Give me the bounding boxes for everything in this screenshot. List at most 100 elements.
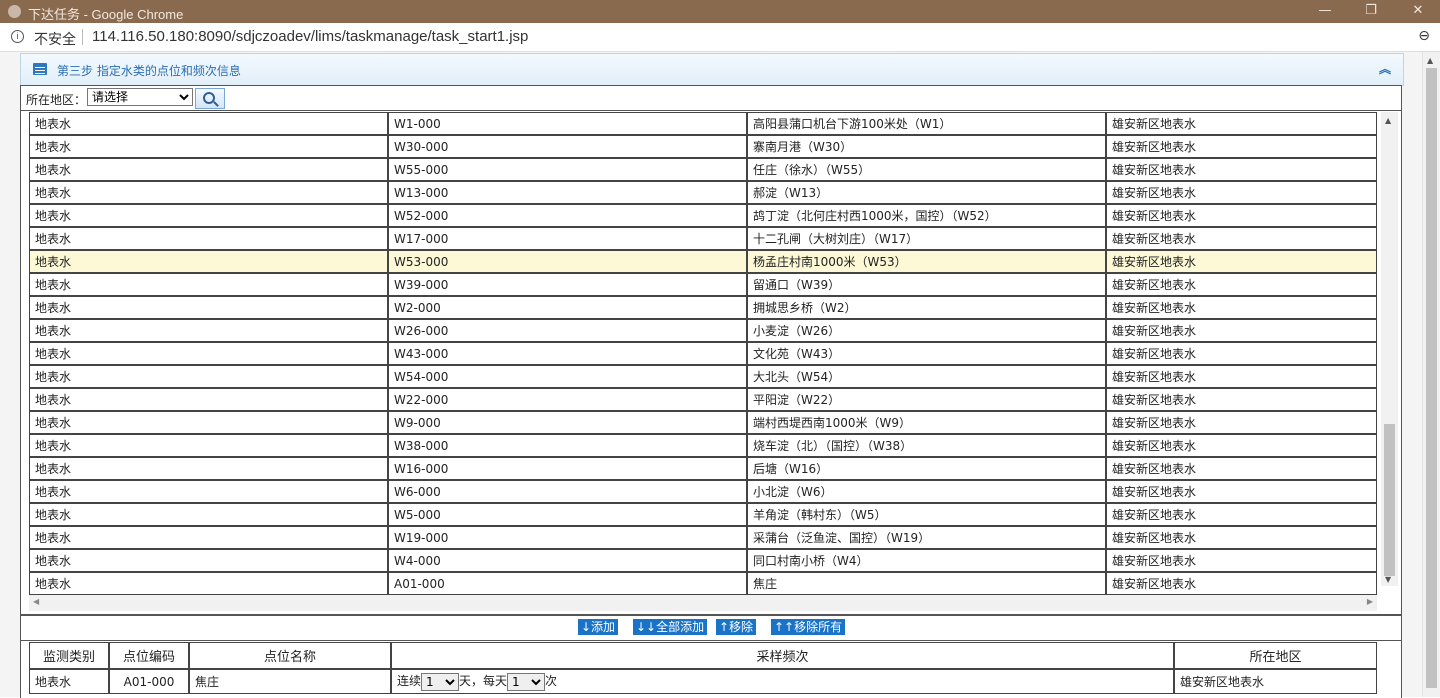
table-row[interactable]: 地表水 W19-000 采蒲台（泛鱼淀、国控）（W19） 雄安新区地表水 <box>29 526 1377 549</box>
close-button[interactable]: ✕ <box>1406 2 1430 20</box>
area-cell: 雄安新区地表水 <box>1106 227 1377 250</box>
scroll-down-icon[interactable]: ▼ <box>1385 575 1391 584</box>
table-row[interactable]: 地表水 A01-000 焦庄 雄安新区地表水 <box>29 572 1377 595</box>
available-points-panel: 地表水 W1-000 高阳县蒲口机台下游100米处（W1） 雄安新区地表水 地表水 W30… <box>20 110 1402 615</box>
calendar-icon <box>33 63 47 75</box>
page-scrollbar[interactable]: ▲ <box>1422 52 1440 697</box>
url-text[interactable]: 114.116.50.180:8090/sdjczoadev/lims/task… <box>92 28 528 45</box>
info-icon[interactable]: i <box>11 30 24 43</box>
table-scroll-thumb[interactable] <box>1384 424 1395 576</box>
monitor-type-cell: 地表水 <box>29 503 388 526</box>
area-cell: 雄安新区地表水 <box>1106 342 1377 365</box>
table-row[interactable]: 地表水 W26-000 小麦淀（W26） 雄安新区地表水 <box>29 319 1377 342</box>
area-cell: 雄安新区地表水 <box>1106 503 1377 526</box>
scroll-left-icon[interactable]: ◀ <box>33 597 39 606</box>
point-code-cell: W26-000 <box>388 319 747 342</box>
table-row[interactable]: 地表水 W17-000 十二孔闸（大树刘庄）（W17） 雄安新区地表水 <box>29 227 1377 250</box>
table-row[interactable]: 地表水 W38-000 烧车淀（北）（国控）（W38） 雄安新区地表水 <box>29 434 1377 457</box>
point-name-cell: 文化苑（W43） <box>747 342 1106 365</box>
selected-type-cell: 地表水 <box>29 669 109 694</box>
times-select[interactable]: 1 <box>507 672 546 691</box>
point-name-cell: 端村西堤西南1000米（W9） <box>747 411 1106 434</box>
monitor-type-cell: 地表水 <box>29 549 388 572</box>
remove-button[interactable]: ↑移除 <box>716 619 757 635</box>
scroll-up-icon[interactable]: ▲ <box>1385 116 1391 125</box>
collapse-icon[interactable]: ︽ <box>1379 60 1391 77</box>
table-row[interactable]: 地表水 W1-000 高阳县蒲口机台下游100米处（W1） 雄安新区地表水 <box>29 112 1377 135</box>
selected-name-cell: 焦庄 <box>189 669 391 694</box>
point-code-cell: W43-000 <box>388 342 747 365</box>
remove-all-button[interactable]: ↑↑移除所有 <box>771 619 846 635</box>
point-name-cell: 小麦淀（W26） <box>747 319 1106 342</box>
freq-mid: 天，每天 <box>459 674 508 689</box>
monitor-type-cell: 地表水 <box>29 273 388 296</box>
point-code-cell: W17-000 <box>388 227 747 250</box>
selected-points-panel: 监测类别 点位编码 点位名称 采样频次 所在地区 地表水 A01-000 焦庄 … <box>20 640 1402 698</box>
point-code-cell: W30-000 <box>388 135 747 158</box>
point-code-cell: W22-000 <box>388 388 747 411</box>
table-row[interactable]: 地表水 W55-000 任庄（徐水）（W55） 雄安新区地表水 <box>29 158 1377 181</box>
point-code-cell: W55-000 <box>388 158 747 181</box>
selected-point-row[interactable]: 地表水 A01-000 焦庄 连续 1 天，每天 1 次 雄安新区地表水 <box>29 669 1377 694</box>
monitor-type-cell: 地表水 <box>29 181 388 204</box>
point-code-cell: W52-000 <box>388 204 747 227</box>
table-row[interactable]: 地表水 W6-000 小北淀（W6） 雄安新区地表水 <box>29 480 1377 503</box>
days-select[interactable]: 1 <box>421 672 460 691</box>
monitor-type-cell: 地表水 <box>29 365 388 388</box>
area-cell: 雄安新区地表水 <box>1106 457 1377 480</box>
step-panel-title: 第三步 指定水类的点位和频次信息 <box>57 64 241 78</box>
minimize-button[interactable]: — <box>1313 2 1337 20</box>
area-select[interactable]: 请选择 <box>87 88 193 106</box>
scroll-right-icon[interactable]: ▶ <box>1367 597 1373 606</box>
monitor-type-cell: 地表水 <box>29 342 388 365</box>
area-cell: 雄安新区地表水 <box>1106 273 1377 296</box>
table-vertical-scrollbar[interactable]: ▲ ▼ <box>1381 112 1398 586</box>
table-row[interactable]: 地表水 W4-000 同口村南小桥（W4） 雄安新区地表水 <box>29 549 1377 572</box>
monitor-type-cell: 地表水 <box>29 480 388 503</box>
table-row[interactable]: 地表水 W30-000 寨南月港（W30） 雄安新区地表水 <box>29 135 1377 158</box>
table-row[interactable]: 地表水 W54-000 大北头（W54） 雄安新区地表水 <box>29 365 1377 388</box>
window-title-bar: 下达任务 - Google Chrome — ❐ ✕ <box>0 0 1440 23</box>
point-name-cell: 十二孔闸（大树刘庄）（W17） <box>747 227 1106 250</box>
area-cell: 雄安新区地表水 <box>1106 480 1377 503</box>
area-filter-label: 所在地区： <box>26 93 87 107</box>
point-name-cell: 留通口（W39） <box>747 273 1106 296</box>
freq-suffix: 次 <box>545 674 558 689</box>
point-code-cell: W6-000 <box>388 480 747 503</box>
table-row[interactable]: 地表水 W53-000 杨孟庄村南1000米（W53） 雄安新区地表水 <box>29 250 1377 273</box>
monitor-type-cell: 地表水 <box>29 112 388 135</box>
area-cell: 雄安新区地表水 <box>1106 365 1377 388</box>
table-row[interactable]: 地表水 W16-000 后塘（W16） 雄安新区地表水 <box>29 457 1377 480</box>
point-code-cell: W1-000 <box>388 112 747 135</box>
table-row[interactable]: 地表水 W22-000 平阳淀（W22） 雄安新区地表水 <box>29 388 1377 411</box>
page-scroll-up-icon[interactable]: ▲ <box>1427 56 1433 65</box>
monitor-type-cell: 地表水 <box>29 411 388 434</box>
area-cell: 雄安新区地表水 <box>1106 388 1377 411</box>
table-row[interactable]: 地表水 W13-000 郝淀（W13） 雄安新区地表水 <box>29 181 1377 204</box>
restore-button[interactable]: ❐ <box>1359 2 1383 20</box>
search-button[interactable] <box>195 88 225 109</box>
point-name-cell: 郝淀（W13） <box>747 181 1106 204</box>
point-code-cell: W38-000 <box>388 434 747 457</box>
zoom-icon[interactable]: ⊖ <box>1418 28 1430 44</box>
point-name-cell: 鸪丁淀（北何庄村西1000米，国控）（W52） <box>747 204 1106 227</box>
page-scroll-thumb[interactable] <box>1426 68 1437 688</box>
security-label[interactable]: 不安全 <box>34 29 76 49</box>
table-row[interactable]: 地表水 W39-000 留通口（W39） 雄安新区地表水 <box>29 273 1377 296</box>
address-bar: i 不安全 114.116.50.180:8090/sdjczoadev/lim… <box>0 23 1440 52</box>
area-cell: 雄安新区地表水 <box>1106 572 1377 595</box>
point-name-cell: 烧车淀（北）（国控）（W38） <box>747 434 1106 457</box>
area-cell: 雄安新区地表水 <box>1106 411 1377 434</box>
add-all-button[interactable]: ↓↓全部添加 <box>633 619 708 635</box>
add-button[interactable]: ↓添加 <box>578 619 619 635</box>
table-row[interactable]: 地表水 W52-000 鸪丁淀（北何庄村西1000米，国控）（W52） 雄安新区地表水 <box>29 204 1377 227</box>
table-row[interactable]: 地表水 W9-000 端村西堤西南1000米（W9） 雄安新区地表水 <box>29 411 1377 434</box>
table-row[interactable]: 地表水 W43-000 文化苑（W43） 雄安新区地表水 <box>29 342 1377 365</box>
table-horizontal-scrollbar[interactable]: ◀ ▶ <box>29 595 1377 611</box>
table-row[interactable]: 地表水 W5-000 羊角淀（韩村东）（W5） 雄安新区地表水 <box>29 503 1377 526</box>
header-point-name: 点位名称 <box>189 642 391 669</box>
monitor-type-cell: 地表水 <box>29 296 388 319</box>
monitor-type-cell: 地表水 <box>29 227 388 250</box>
step-panel-header: 第三步 指定水类的点位和频次信息 ︽ <box>20 53 1404 86</box>
table-row[interactable]: 地表水 W2-000 拥城思乡桥（W2） 雄安新区地表水 <box>29 296 1377 319</box>
